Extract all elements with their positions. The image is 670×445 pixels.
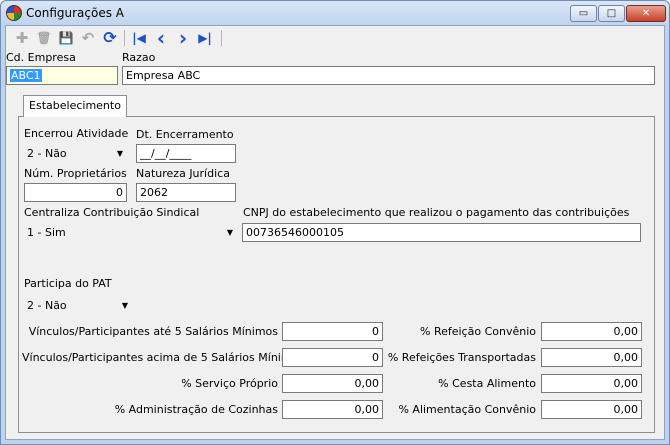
refeicao-label: % Refeição Convênio bbox=[420, 325, 536, 338]
cesta-label: % Cesta Alimento bbox=[438, 377, 536, 390]
transportadas-label: % Refeições Transportadas bbox=[387, 351, 536, 364]
administracao-label: % Administração de Cozinhas bbox=[114, 403, 278, 416]
toolbar-separator bbox=[221, 30, 222, 46]
num-proprietarios-label: Núm. Proprietários bbox=[24, 167, 127, 180]
vinculos-acima-input[interactable]: 0 bbox=[282, 348, 383, 367]
last-record-icon[interactable]: ▶| bbox=[195, 28, 215, 48]
toolbar-separator bbox=[124, 30, 125, 46]
centraliza-label: Centraliza Contribuição Sindical bbox=[24, 206, 200, 219]
servico-proprio-input[interactable]: 0,00 bbox=[282, 374, 383, 393]
dt-encerramento-input[interactable]: __/__/____ bbox=[136, 144, 236, 163]
razao-label: Razao bbox=[122, 51, 156, 64]
centraliza-select[interactable]: 1 - Sim ▼ bbox=[24, 223, 237, 242]
natureza-label: Natureza Jurídica bbox=[136, 167, 230, 180]
undo-icon[interactable]: ↶ bbox=[78, 28, 98, 48]
vinculos-ate-label: Vínculos/Participantes até 5 Salários Mí… bbox=[28, 325, 278, 338]
chevron-down-icon: ▼ bbox=[226, 228, 233, 237]
plus-icon[interactable]: ✚ bbox=[12, 28, 32, 48]
encerrou-value: 2 - Não bbox=[27, 147, 67, 160]
cnpj-input[interactable]: 00736546000105 bbox=[242, 223, 641, 242]
empresa-label: Cd. Empresa bbox=[6, 51, 76, 64]
app-logo-icon bbox=[6, 5, 22, 21]
refresh-icon[interactable]: ⟳ bbox=[100, 28, 120, 48]
num-proprietarios-input[interactable]: 0 bbox=[24, 183, 127, 202]
centraliza-value: 1 - Sim bbox=[27, 226, 66, 239]
pat-select[interactable]: 2 - Não ▼ bbox=[24, 296, 132, 315]
encerrou-label: Encerrou Atividade bbox=[24, 127, 129, 140]
encerrou-select[interactable]: 2 - Não ▼ bbox=[24, 144, 127, 163]
app-window: Configurações A ▭ □ ✕ ✚ 🗑 💾 ↶ ⟳ |◀ ‹ › ▶… bbox=[0, 0, 670, 445]
cesta-input[interactable]: 0,00 bbox=[541, 374, 642, 393]
save-icon[interactable]: 💾 bbox=[56, 28, 76, 48]
chevron-down-icon: ▼ bbox=[116, 149, 123, 158]
tab-estabelecimento[interactable]: Estabelecimento bbox=[23, 95, 127, 117]
close-button[interactable]: ✕ bbox=[626, 5, 666, 22]
pat-label: Participa do PAT bbox=[24, 277, 112, 290]
client-area: ✚ 🗑 💾 ↶ ⟳ |◀ ‹ › ▶| Cd. Empresa ABC1 Raz… bbox=[5, 25, 665, 440]
administracao-input[interactable]: 0,00 bbox=[282, 400, 383, 419]
next-record-icon[interactable]: › bbox=[173, 28, 193, 48]
vinculos-acima-label: Vínculos/Participantes acima de 5 Salári… bbox=[22, 351, 305, 364]
refeicao-input[interactable]: 0,00 bbox=[541, 322, 642, 341]
empresa-input[interactable]: ABC1 bbox=[6, 66, 118, 85]
dt-encerramento-label: Dt. Encerramento bbox=[136, 128, 234, 141]
razao-input[interactable]: Empresa ABC bbox=[122, 66, 655, 85]
chevron-down-icon: ▼ bbox=[121, 301, 128, 310]
minimize-button[interactable]: ▭ bbox=[570, 5, 597, 22]
vinculos-ate-input[interactable]: 0 bbox=[282, 322, 383, 341]
previous-record-icon[interactable]: ‹ bbox=[151, 28, 171, 48]
alimentacao-label: % Alimentação Convênio bbox=[398, 403, 536, 416]
transportadas-input[interactable]: 0,00 bbox=[541, 348, 642, 367]
first-record-icon[interactable]: |◀ bbox=[129, 28, 149, 48]
servico-proprio-label: % Serviço Próprio bbox=[181, 377, 278, 390]
pat-value: 2 - Não bbox=[27, 299, 67, 312]
natureza-input[interactable]: 2062 bbox=[136, 183, 236, 202]
maximize-button[interactable]: □ bbox=[598, 5, 625, 22]
empresa-value: ABC1 bbox=[10, 69, 42, 82]
alimentacao-input[interactable]: 0,00 bbox=[541, 400, 642, 419]
trash-icon[interactable]: 🗑 bbox=[34, 28, 54, 48]
window-title: Configurações A bbox=[26, 6, 124, 20]
cnpj-label: CNPJ do estabelecimento que realizou o p… bbox=[243, 206, 630, 219]
title-bar[interactable]: Configurações A ▭ □ ✕ bbox=[1, 1, 669, 25]
toolbar: ✚ 🗑 💾 ↶ ⟳ |◀ ‹ › ▶| bbox=[6, 26, 664, 50]
